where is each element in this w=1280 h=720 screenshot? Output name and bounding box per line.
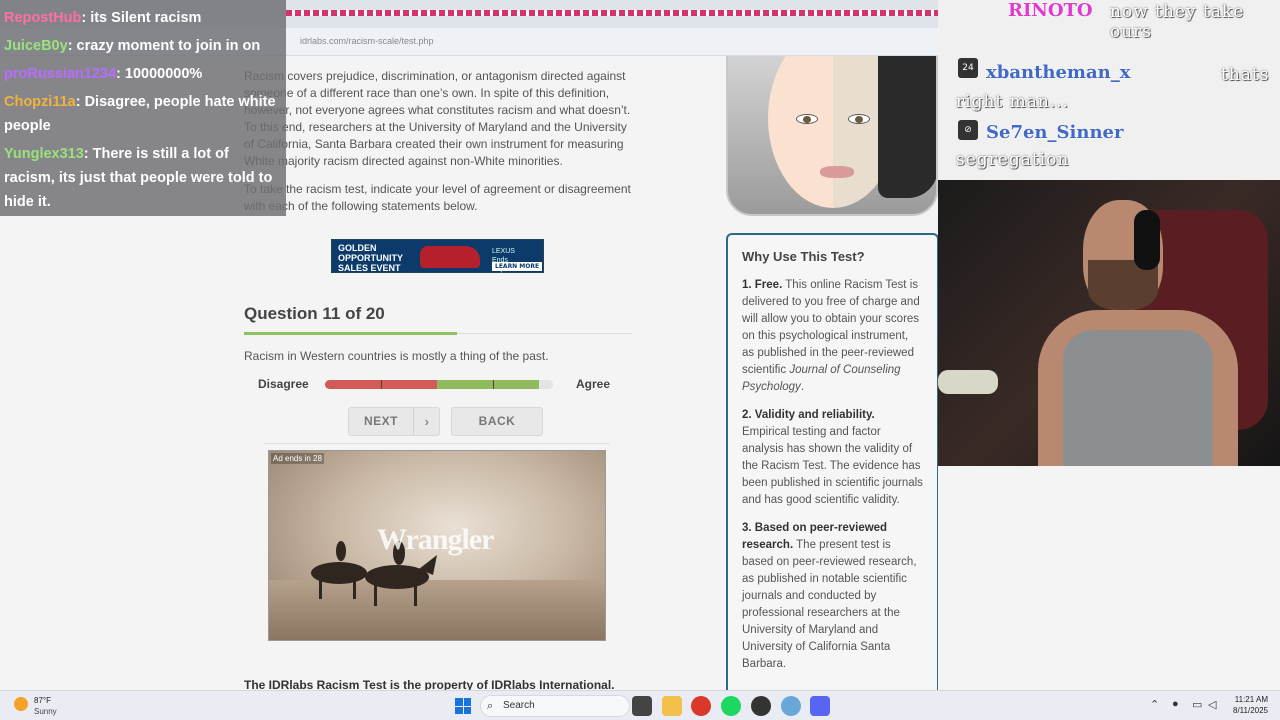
search-label: Search <box>503 700 535 711</box>
microphone <box>938 370 998 394</box>
search-icon: ⌕ <box>487 700 494 712</box>
next-button-label: NEXT <box>363 414 398 428</box>
question-text: Racism in Western countries is mostly a … <box>244 349 549 363</box>
chat-text: : its Silent racism <box>81 10 202 26</box>
why-item-head: 1. Free. <box>742 279 783 291</box>
why-item-tail: . <box>800 381 805 393</box>
chat-username: proRussian1234 <box>4 66 117 82</box>
mic-icon[interactable]: ● <box>1172 698 1179 710</box>
eye-right <box>848 114 870 124</box>
clock[interactable]: 11:21 AM 8/11/2025 <box>1226 694 1268 716</box>
volume-icon[interactable]: ◁ <box>1208 698 1216 711</box>
taskbar: 87°F Sunny ⌕ Search ⌃ ● ▭ ◁ 11:21 AM 8/1… <box>0 690 1280 720</box>
banner-ad[interactable]: GOLDEN OPPORTUNITY SALES EVENT LEXUS Ends… <box>331 239 544 273</box>
network-icon[interactable]: ▭ <box>1192 698 1202 711</box>
clock-time: 11:21 AM <box>1234 695 1268 704</box>
agreement-slider[interactable] <box>325 380 553 389</box>
slider-tick <box>381 380 382 389</box>
why-item-peer-review: 3. Based on peer-reviewed research. The … <box>742 520 923 673</box>
webcam-feed <box>938 180 1280 466</box>
weather-temp: 87°F <box>34 696 51 705</box>
why-item-free: 1. Free. This online Racism Test is deli… <box>742 277 923 396</box>
headset <box>1134 210 1160 270</box>
chat-username: RepostHub <box>4 10 82 26</box>
chat-overlay: RepostHub: its Silent racism JuiceB0y: c… <box>0 0 286 216</box>
ad-brand-logo: Wrangler <box>377 523 494 556</box>
copyright-notice: The IDRlabs Racism Test is the property … <box>244 678 615 690</box>
why-item-body: The present test is based on peer-review… <box>742 539 917 670</box>
stream-message: thats right man... <box>956 65 1270 112</box>
chat-message: JuiceB0y: crazy moment to join in on <box>4 34 282 58</box>
divider <box>264 443 610 444</box>
why-item-validity: 2. Validity and reliability. Empirical t… <box>742 407 923 509</box>
next-button[interactable]: NEXT › <box>348 407 440 436</box>
chat-message: Yunglex313: There is still a lot of raci… <box>4 142 282 214</box>
mod-badge: ⊘ <box>958 120 978 140</box>
hair-shape <box>878 56 936 198</box>
intro-text: Racism covers prejudice, discrimination,… <box>244 68 634 226</box>
stream-decoration-bar <box>286 10 956 16</box>
stream-username: Se7en_Sinner <box>986 122 1124 143</box>
address-bar[interactable]: idrlabs.com/racism-scale/test.php <box>300 36 434 46</box>
chat-message: RepostHub: its Silent racism <box>4 6 282 30</box>
chat-text: : 10000000% <box>116 66 203 82</box>
test-illustration <box>726 56 938 216</box>
discord-icon[interactable] <box>810 696 830 716</box>
banner-ad-brand: LEXUS <box>492 248 515 255</box>
question-title: Question 11 of 20 <box>244 304 385 323</box>
chat-username: JuiceB0y <box>4 38 68 54</box>
sun-icon <box>14 697 28 711</box>
obs-icon[interactable] <box>751 696 771 716</box>
chat-message: Chopzi11a: Disagree, people hate white p… <box>4 90 282 138</box>
task-view-icon[interactable] <box>632 696 652 716</box>
stream-message: segregation <box>956 150 1070 170</box>
intro-paragraph-1: Racism covers prejudice, discrimination,… <box>244 69 631 168</box>
file-explorer-icon[interactable] <box>662 696 682 716</box>
back-button[interactable]: BACK <box>451 407 543 436</box>
app-icon[interactable] <box>781 696 801 716</box>
stream-message: now they take ours <box>1110 2 1245 42</box>
banner-ad-headline: GOLDEN OPPORTUNITY SALES EVENT <box>338 243 403 273</box>
chat-username: Yunglex313 <box>4 146 84 162</box>
tank-top <box>1063 330 1213 466</box>
stream-chat-overlay: RINOTO now they take ours 24 xbantheman_… <box>938 0 1280 180</box>
taskbar-search[interactable]: ⌕ Search <box>480 695 630 717</box>
start-button[interactable] <box>455 698 471 714</box>
lips <box>820 166 854 178</box>
why-item-body: This online Racism Test is delivered to … <box>742 279 920 376</box>
eye-left <box>796 114 818 124</box>
question-progress-bar <box>244 332 458 335</box>
banner-ad-cta[interactable]: LEARN MORE <box>492 262 543 271</box>
chevron-right-icon: › <box>413 408 440 435</box>
why-item-head: 2. Validity and reliability. <box>742 409 875 421</box>
video-ad[interactable]: Ad ends in 28 Wrangler <box>268 450 606 641</box>
why-use-box: Why Use This Test? 1. Free. This online … <box>726 233 938 690</box>
scale-label-disagree: Disagree <box>258 377 309 391</box>
stream-username: RINOTO <box>1008 0 1093 21</box>
scale-label-agree: Agree <box>576 377 611 391</box>
spotify-icon[interactable] <box>721 696 741 716</box>
chat-username: Chopzi11a <box>4 94 76 110</box>
chat-text: : crazy moment to join in on <box>67 38 261 54</box>
weather-condition: Sunny <box>34 707 57 716</box>
slider-tick <box>493 380 494 389</box>
chrome-icon[interactable] <box>691 696 711 716</box>
slider-agree-segment[interactable] <box>437 380 539 389</box>
ad-countdown: Ad ends in 28 <box>271 453 324 464</box>
car-image <box>420 246 480 268</box>
chat-message: proRussian1234: 10000000% <box>4 62 282 86</box>
why-item-body: Empirical testing and factor analysis ha… <box>742 426 923 506</box>
why-box-title: Why Use This Test? <box>742 249 865 264</box>
intro-paragraph-2: To take the racism test, indicate your l… <box>244 182 631 213</box>
clock-date: 8/11/2025 <box>1233 706 1268 715</box>
tray-chevron-icon[interactable]: ⌃ <box>1150 698 1159 711</box>
